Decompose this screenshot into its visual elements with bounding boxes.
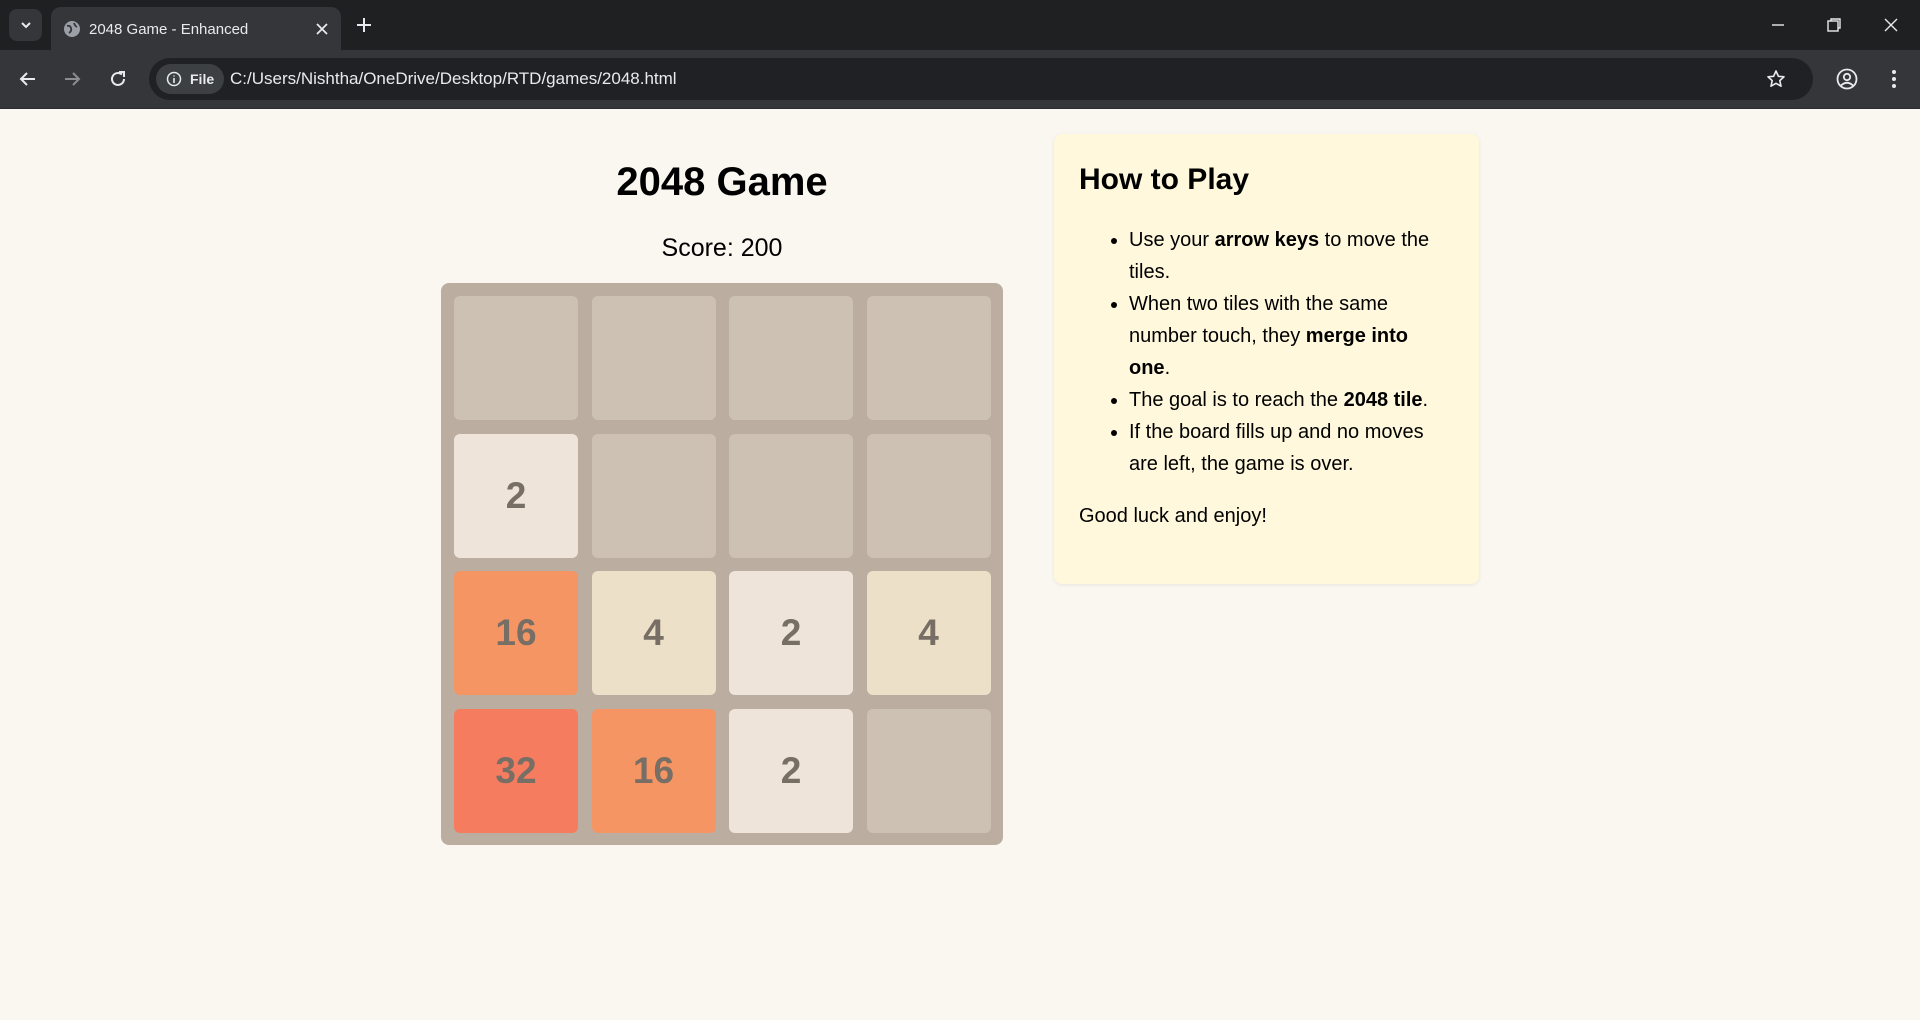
instruction-item: When two tiles with the same number touc… <box>1129 288 1454 384</box>
tile-empty <box>591 433 716 558</box>
tile-4: 4 <box>591 571 716 695</box>
tile-16: 16 <box>454 571 578 695</box>
close-tab-icon[interactable] <box>313 20 331 38</box>
instruction-text: . <box>1422 389 1429 411</box>
how-to-play-panel: How to Play Use your arrow keys to move … <box>1054 134 1479 584</box>
instructions-footer: Good luck and enjoy! <box>1079 505 1267 527</box>
restore-icon[interactable] <box>1823 14 1845 36</box>
instruction-emphasis: 2048 tile <box>1343 389 1423 411</box>
instruction-text: Use your <box>1129 229 1215 251</box>
new-tab-icon[interactable] <box>353 14 375 36</box>
tile-2: 2 <box>729 571 853 695</box>
instructions-list: Use your arrow keys to move the tiles.Wh… <box>1079 224 1454 480</box>
bookmark-star-icon[interactable] <box>1765 68 1787 90</box>
site-info-chip[interactable]: File <box>156 64 224 94</box>
reload-icon[interactable] <box>106 67 130 91</box>
instruction-item: If the board fills up and no moves are l… <box>1129 416 1454 480</box>
tile-empty <box>729 433 853 558</box>
instruction-item: Use your arrow keys to move the tiles. <box>1129 224 1454 288</box>
close-window-icon[interactable] <box>1880 14 1902 36</box>
score-display: Score: 200 <box>441 233 1003 263</box>
file-label: File <box>190 71 215 87</box>
score-value: 200 <box>740 234 783 262</box>
forward-arrow-icon[interactable] <box>60 67 84 91</box>
instruction-text: The goal is to reach the <box>1129 389 1344 411</box>
url-text[interactable]: C:/Users/Nishtha/OneDrive/Desktop/RTD/ga… <box>230 69 677 89</box>
tab-search-button[interactable] <box>9 9 42 41</box>
globe-icon <box>64 21 80 37</box>
tile-2: 2 <box>454 433 578 558</box>
game-section: 2048 Game Score: 200 2 16 4 2 4 32 16 2 <box>441 109 1003 845</box>
score-label: Score: <box>661 234 734 262</box>
more-menu-icon[interactable] <box>1882 67 1906 91</box>
tile-16: 16 <box>591 708 716 833</box>
tab-title: 2048 Game - Enhanced <box>89 21 249 38</box>
tile-4: 4 <box>866 571 991 695</box>
instruction-emphasis: arrow keys <box>1214 229 1320 251</box>
game-title: 2048 Game <box>616 160 828 204</box>
address-bar[interactable]: File C:/Users/Nishtha/OneDrive/Desktop/R… <box>149 58 1813 100</box>
instruction-item: The goal is to reach the 2048 tile. <box>1129 384 1454 416</box>
minimize-icon[interactable] <box>1767 14 1789 36</box>
browser-tab[interactable]: 2048 Game - Enhanced <box>51 7 341 50</box>
game-board[interactable]: 2 16 4 2 4 32 16 2 <box>441 283 1003 845</box>
tile-empty <box>454 296 578 420</box>
tile-empty <box>866 433 991 558</box>
browser-toolbar: File C:/Users/Nishtha/OneDrive/Desktop/R… <box>0 50 1920 109</box>
tile-2: 2 <box>729 708 853 833</box>
instruction-text: . <box>1164 357 1171 379</box>
tile-32: 32 <box>454 708 578 833</box>
back-arrow-icon[interactable] <box>16 67 40 91</box>
chevron-down-icon <box>20 22 31 29</box>
browser-tab-bar: 2048 Game - Enhanced <box>0 0 1920 50</box>
tile-empty <box>591 296 716 420</box>
how-to-play-title: How to Play <box>1079 163 1250 196</box>
profile-icon[interactable] <box>1835 67 1859 91</box>
tile-empty <box>866 708 991 833</box>
tile-empty <box>866 296 991 420</box>
tile-empty <box>729 296 853 420</box>
instruction-text: If the board fills up and no moves are l… <box>1129 421 1424 475</box>
info-icon <box>166 71 182 87</box>
